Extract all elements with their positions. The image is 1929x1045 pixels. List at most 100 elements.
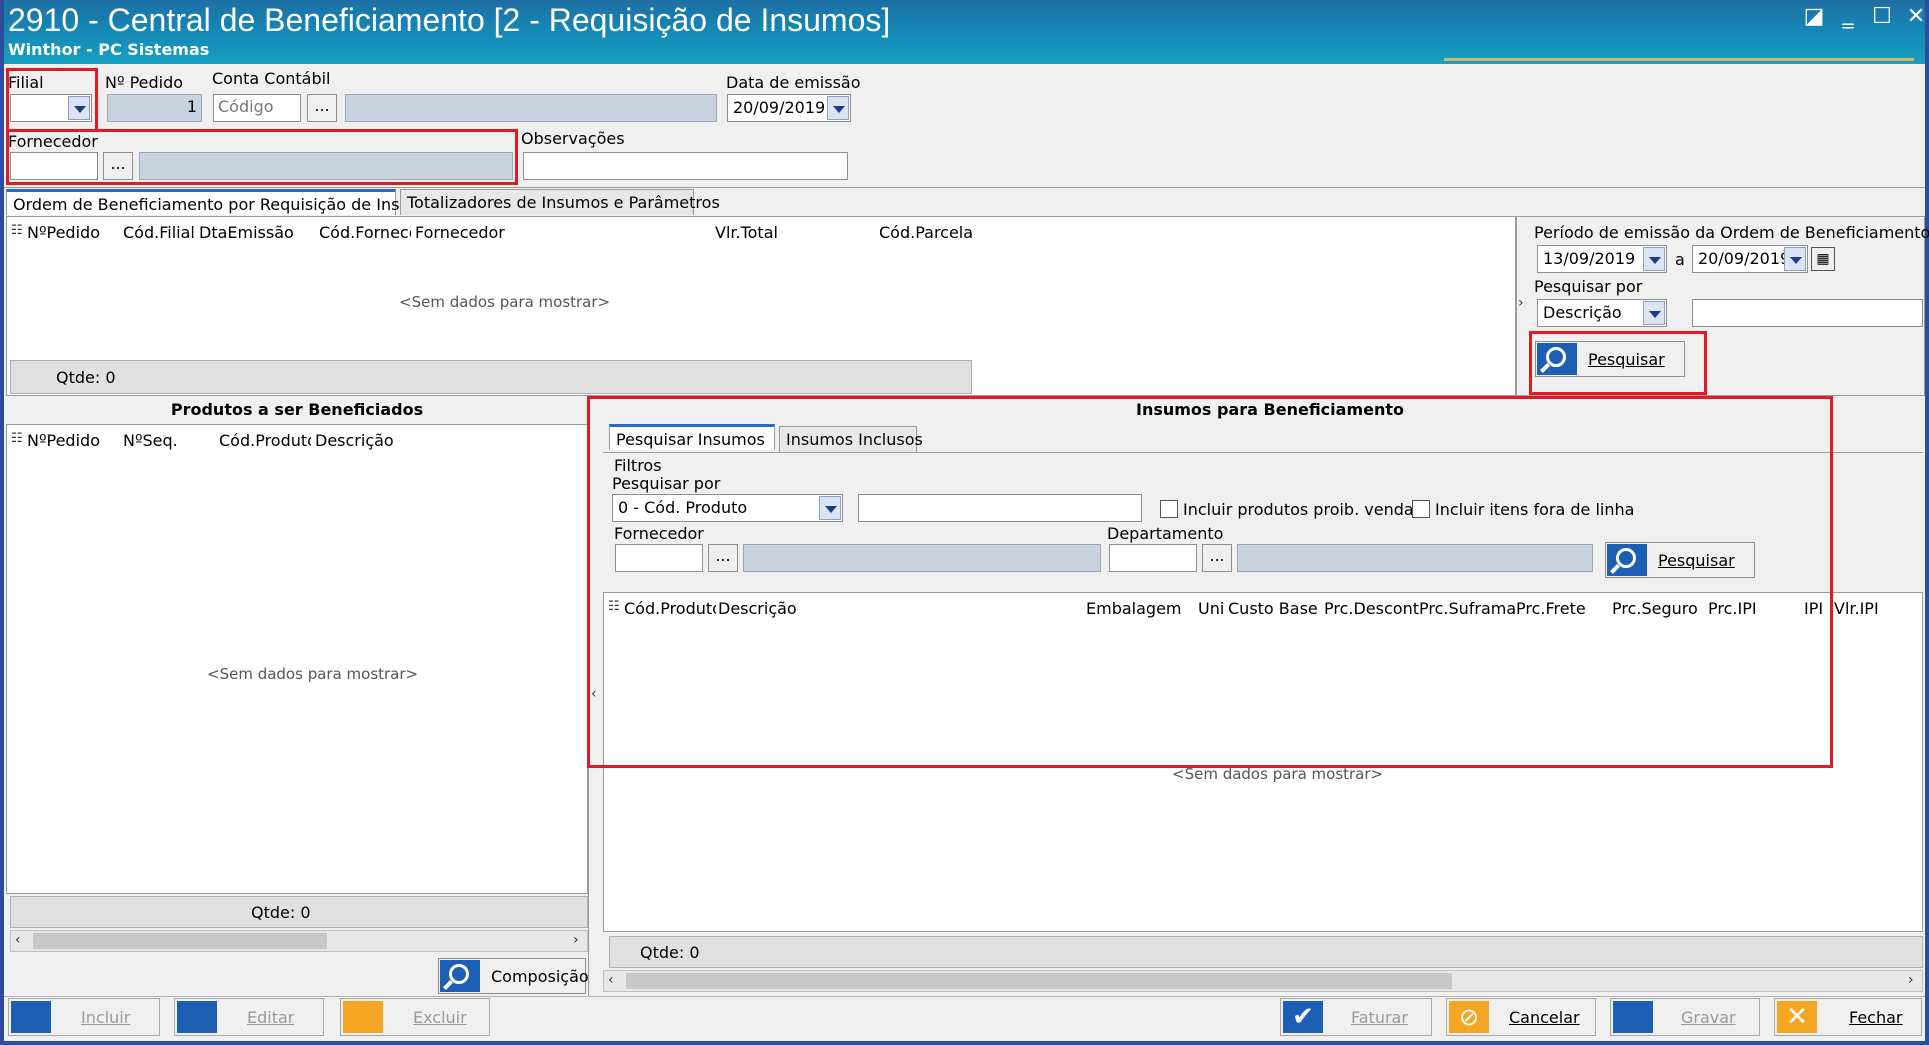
app-window: 2910 - Central de Beneficiamento [2 - Re…	[0, 0, 1929, 1045]
insumos-highlight	[587, 396, 1833, 768]
faturar-button[interactable]: ✔ Faturar	[1280, 998, 1432, 1036]
ordens-qtde-bar: Qtde: 0	[10, 360, 972, 394]
observacoes-field[interactable]	[523, 152, 848, 180]
ordens-col-header[interactable]: NºPedido	[27, 223, 100, 242]
scroll-left-icon[interactable]: ‹	[608, 972, 614, 988]
periodo-separator: a	[1675, 250, 1685, 269]
trash-icon	[343, 1001, 383, 1033]
pesquisar-por-label: Pesquisar por	[1534, 277, 1643, 296]
restore-edit-icon[interactable]: ◪	[1801, 4, 1827, 30]
chevron-right-icon[interactable]: ›	[1518, 295, 1524, 311]
num-pedido-label: Nº Pedido	[105, 73, 184, 92]
close-icon: ✕	[1777, 1001, 1817, 1033]
produtos-col-header[interactable]: Cód.Produto	[219, 431, 311, 450]
window-subtitle: Winthor - PC Sistemas	[8, 40, 210, 59]
data-emissao-picker[interactable]: 20/09/2019	[727, 94, 851, 122]
ordens-col-header[interactable]: Fornecedor	[415, 223, 505, 242]
produtos-qtde-bar: Qtde: 0	[10, 896, 588, 928]
composicao-label: Composição	[491, 967, 589, 986]
title-bar: 2910 - Central de Beneficiamento [2 - Re…	[4, 0, 1925, 64]
close-icon[interactable]: ✕	[1903, 4, 1929, 30]
num-pedido-field: 1	[107, 94, 202, 122]
conta-descricao-field	[345, 94, 717, 122]
incluir-button[interactable]: Incluir	[8, 998, 160, 1036]
ordens-empty-text: <Sem dados para mostrar>	[399, 293, 611, 311]
faturar-label: Faturar	[1351, 1008, 1408, 1027]
periodo-label: Período de emissão da Ordem de Beneficia…	[1534, 223, 1929, 242]
editar-label: Editar	[247, 1008, 295, 1027]
calendar-icon[interactable]: ▦	[1811, 247, 1835, 271]
grid-menu-icon[interactable]: ☷	[11, 223, 23, 238]
checkmark-icon: ✔	[1283, 1001, 1323, 1033]
composicao-button[interactable]: Composição	[438, 958, 589, 994]
pesquisar-por-select[interactable]: Descrição	[1537, 299, 1667, 327]
scroll-right-icon[interactable]: ›	[573, 932, 579, 948]
gravar-label: Gravar	[1681, 1008, 1736, 1027]
add-record-icon	[11, 1001, 51, 1033]
scroll-thumb[interactable]	[626, 973, 1452, 989]
periodo-inicio-picker[interactable]: 13/09/2019	[1537, 245, 1667, 273]
observacoes-label: Observações	[521, 129, 625, 148]
insumos-hscrollbar[interactable]: ‹ ›	[603, 970, 1923, 992]
cancelar-button[interactable]: ⊘ Cancelar	[1446, 998, 1596, 1036]
scroll-right-icon[interactable]: ›	[1908, 972, 1914, 988]
minimize-icon[interactable]: ‗	[1835, 4, 1861, 30]
tab-totalizadores[interactable]: Totalizadores de Insumos e Parâmetros	[400, 189, 720, 215]
chevron-down-icon[interactable]	[827, 96, 849, 120]
fechar-label: Fechar	[1849, 1008, 1903, 1027]
produtos-col-header[interactable]: Descrição	[315, 431, 394, 450]
data-emissao-label: Data de emissão	[726, 73, 861, 92]
conta-codigo-field[interactable]: Código	[213, 94, 301, 122]
produtos-grid: ☷ NºPedido NºSeq. Cód.Produto Descrição …	[6, 424, 588, 894]
editar-button[interactable]: Editar	[174, 998, 324, 1036]
conta-contabil-label: Conta Contábil	[212, 69, 331, 88]
grid-menu-icon[interactable]: ☷	[11, 431, 23, 446]
conta-browse-button[interactable]: ...	[307, 94, 337, 122]
fornecedor-highlight	[6, 129, 518, 185]
produtos-hscrollbar[interactable]: ‹ ›	[10, 930, 588, 952]
periodo-fim-value: 20/09/2019	[1698, 249, 1791, 268]
produtos-empty-text: <Sem dados para mostrar>	[207, 665, 419, 683]
produtos-qtde: Qtde: 0	[251, 903, 311, 922]
cancel-icon: ⊘	[1449, 1001, 1489, 1033]
excluir-label: Excluir	[413, 1008, 467, 1027]
insumos-qtde-bar: Qtde: 0	[609, 936, 1923, 968]
periodo-inicio-value: 13/09/2019	[1543, 249, 1636, 268]
ordens-col-header[interactable]: Vlr.Total	[715, 223, 778, 242]
pesquisar-por-value: Descrição	[1543, 303, 1622, 322]
gravar-button[interactable]: Gravar	[1610, 998, 1760, 1036]
chevron-down-icon[interactable]	[1643, 247, 1665, 271]
excluir-button[interactable]: Excluir	[340, 998, 490, 1036]
periodo-fim-picker[interactable]: 20/09/2019	[1692, 245, 1808, 273]
ordens-col-header[interactable]: Cód.Filial	[123, 223, 195, 242]
chevron-down-icon[interactable]	[1784, 247, 1806, 271]
fechar-button[interactable]: ✕ Fechar	[1774, 998, 1922, 1036]
ordens-qtde: Qtde: 0	[56, 368, 116, 387]
incluir-label: Incluir	[81, 1008, 131, 1027]
cancelar-label: Cancelar	[1509, 1008, 1580, 1027]
maximize-icon[interactable]: ☐	[1869, 4, 1895, 30]
periodo-search-input[interactable]	[1692, 299, 1923, 327]
ordens-col-header[interactable]: Cód.Fornece	[319, 223, 411, 242]
tab-ordem-beneficiamento[interactable]: Ordem de Beneficiamento por Requisição d…	[6, 189, 443, 215]
produtos-col-header[interactable]: NºPedido	[27, 431, 100, 450]
window-title: 2910 - Central de Beneficiamento [2 - Re…	[8, 2, 891, 38]
ordens-col-header[interactable]: DtaEmissão	[199, 223, 294, 242]
header-form: Filial Nº Pedido 1 Conta Contábil Código…	[4, 64, 1925, 188]
chevron-down-icon[interactable]	[1643, 301, 1665, 325]
produtos-title: Produtos a ser Beneficiados	[170, 400, 424, 419]
produtos-col-header[interactable]: NºSeq.	[123, 431, 178, 450]
search-icon	[440, 960, 480, 992]
scroll-thumb[interactable]	[33, 933, 327, 949]
filtro-periodo-panel: › Período de emissão da Ordem de Benefic…	[1516, 216, 1929, 396]
insumos-qtde: Qtde: 0	[640, 943, 700, 962]
insumos-col-header[interactable]: Vlr.IPI	[1834, 599, 1879, 618]
ordens-col-header[interactable]: Cód.Parcela	[879, 223, 973, 242]
filial-highlight	[6, 68, 98, 132]
edit-icon	[177, 1001, 217, 1033]
title-accent-line	[1444, 58, 1914, 61]
pesquisar-highlight	[1529, 331, 1707, 395]
data-emissao-value: 20/09/2019	[733, 98, 826, 117]
save-icon	[1613, 1001, 1653, 1033]
scroll-left-icon[interactable]: ‹	[15, 932, 21, 948]
